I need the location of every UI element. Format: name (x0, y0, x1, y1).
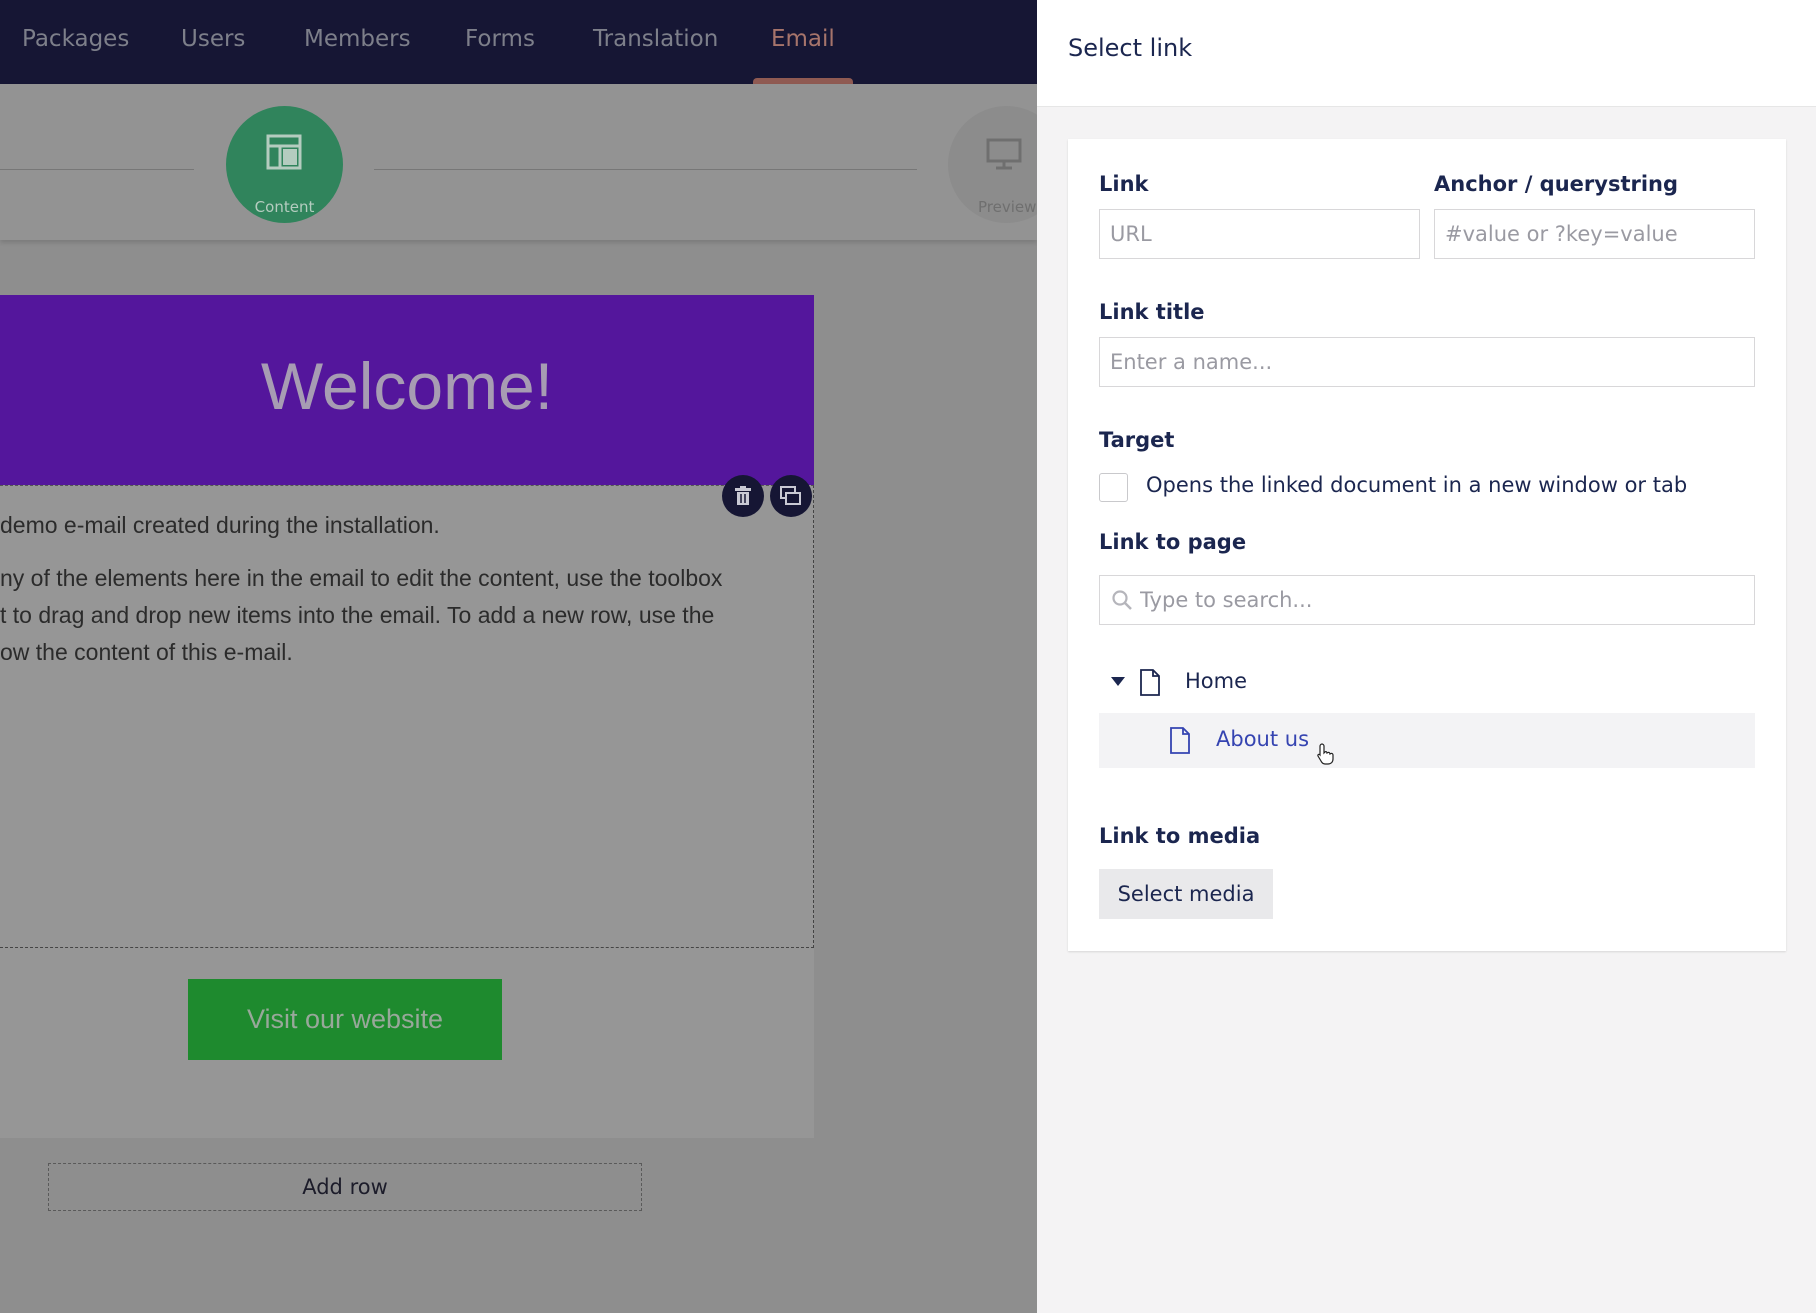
link-title-label: Link title (1099, 300, 1205, 324)
new-window-checkbox[interactable] (1099, 473, 1128, 502)
link-title-input[interactable] (1099, 337, 1755, 387)
email-paragraph: t to drag and drop new items into the em… (0, 602, 715, 628)
nav-users[interactable]: Users (181, 0, 245, 84)
link-to-page-label: Link to page (1099, 530, 1247, 554)
nav-email[interactable]: Email (753, 0, 853, 84)
nav-members[interactable]: Members (304, 0, 411, 84)
panel-header: Select link (1037, 0, 1816, 107)
copy-icon (780, 486, 801, 505)
new-window-checkbox-label[interactable]: Opens the linked document in a new windo… (1146, 473, 1687, 497)
banner-heading: Welcome! (260, 349, 554, 423)
step-connector (0, 169, 194, 170)
tree-item-label[interactable]: Home (1185, 669, 1247, 693)
nav-forms[interactable]: Forms (465, 0, 535, 84)
email-canvas: Welcome! demo e-mail created during the … (0, 240, 1037, 1313)
tree-item-about-us[interactable]: About us (1099, 713, 1755, 768)
page-search-input[interactable] (1099, 575, 1755, 625)
visit-website-button[interactable]: Visit our website (188, 979, 502, 1060)
email-paragraph: ow the content of this e-mail. (0, 639, 293, 665)
link-label: Link (1099, 172, 1149, 196)
email-paragraph: demo e-mail created during the installat… (0, 512, 440, 538)
email-banner[interactable]: Welcome! (0, 295, 814, 485)
document-icon (1140, 669, 1160, 696)
url-input[interactable] (1099, 209, 1420, 259)
step-connector (374, 169, 917, 170)
link-to-media-label: Link to media (1099, 824, 1261, 848)
caret-down-icon[interactable] (1111, 677, 1125, 687)
tree-item-label[interactable]: About us (1216, 727, 1309, 751)
nav-packages[interactable]: Packages (22, 0, 129, 84)
add-row-button[interactable]: Add row (48, 1163, 642, 1211)
select-media-button[interactable]: Select media (1099, 869, 1273, 919)
hand-cursor-icon (1317, 743, 1334, 765)
copy-row-button[interactable] (770, 475, 812, 517)
search-icon (1112, 590, 1132, 610)
delete-row-button[interactable] (722, 475, 764, 517)
document-icon (1170, 727, 1190, 754)
select-link-panel: Select link Link Anchor / querystring Li… (1037, 0, 1816, 1313)
nav-translation[interactable]: Translation (593, 0, 718, 84)
link-form-card: Link Anchor / querystring Link title Tar… (1068, 139, 1786, 951)
top-navigation: Packages Users Members Forms Translation… (0, 0, 1037, 84)
step-bar: Content Preview (0, 84, 1065, 240)
tree-item-home[interactable]: Home (1099, 657, 1755, 707)
button-row[interactable]: Visit our website (0, 948, 814, 1138)
monitor-icon (986, 138, 1022, 170)
anchor-input[interactable] (1434, 209, 1755, 259)
panel-title: Select link (1068, 34, 1193, 62)
anchor-label: Anchor / querystring (1434, 172, 1679, 196)
layout-icon (266, 134, 302, 170)
trash-icon (735, 486, 751, 505)
target-label: Target (1099, 428, 1175, 452)
email-paragraph: ny of the elements here in the email to … (0, 565, 723, 591)
text-row[interactable]: demo e-mail created during the installat… (0, 475, 814, 948)
step-content-label: Content (254, 198, 315, 216)
step-content[interactable]: Content (226, 106, 343, 223)
step-preview-label: Preview (978, 198, 1037, 216)
